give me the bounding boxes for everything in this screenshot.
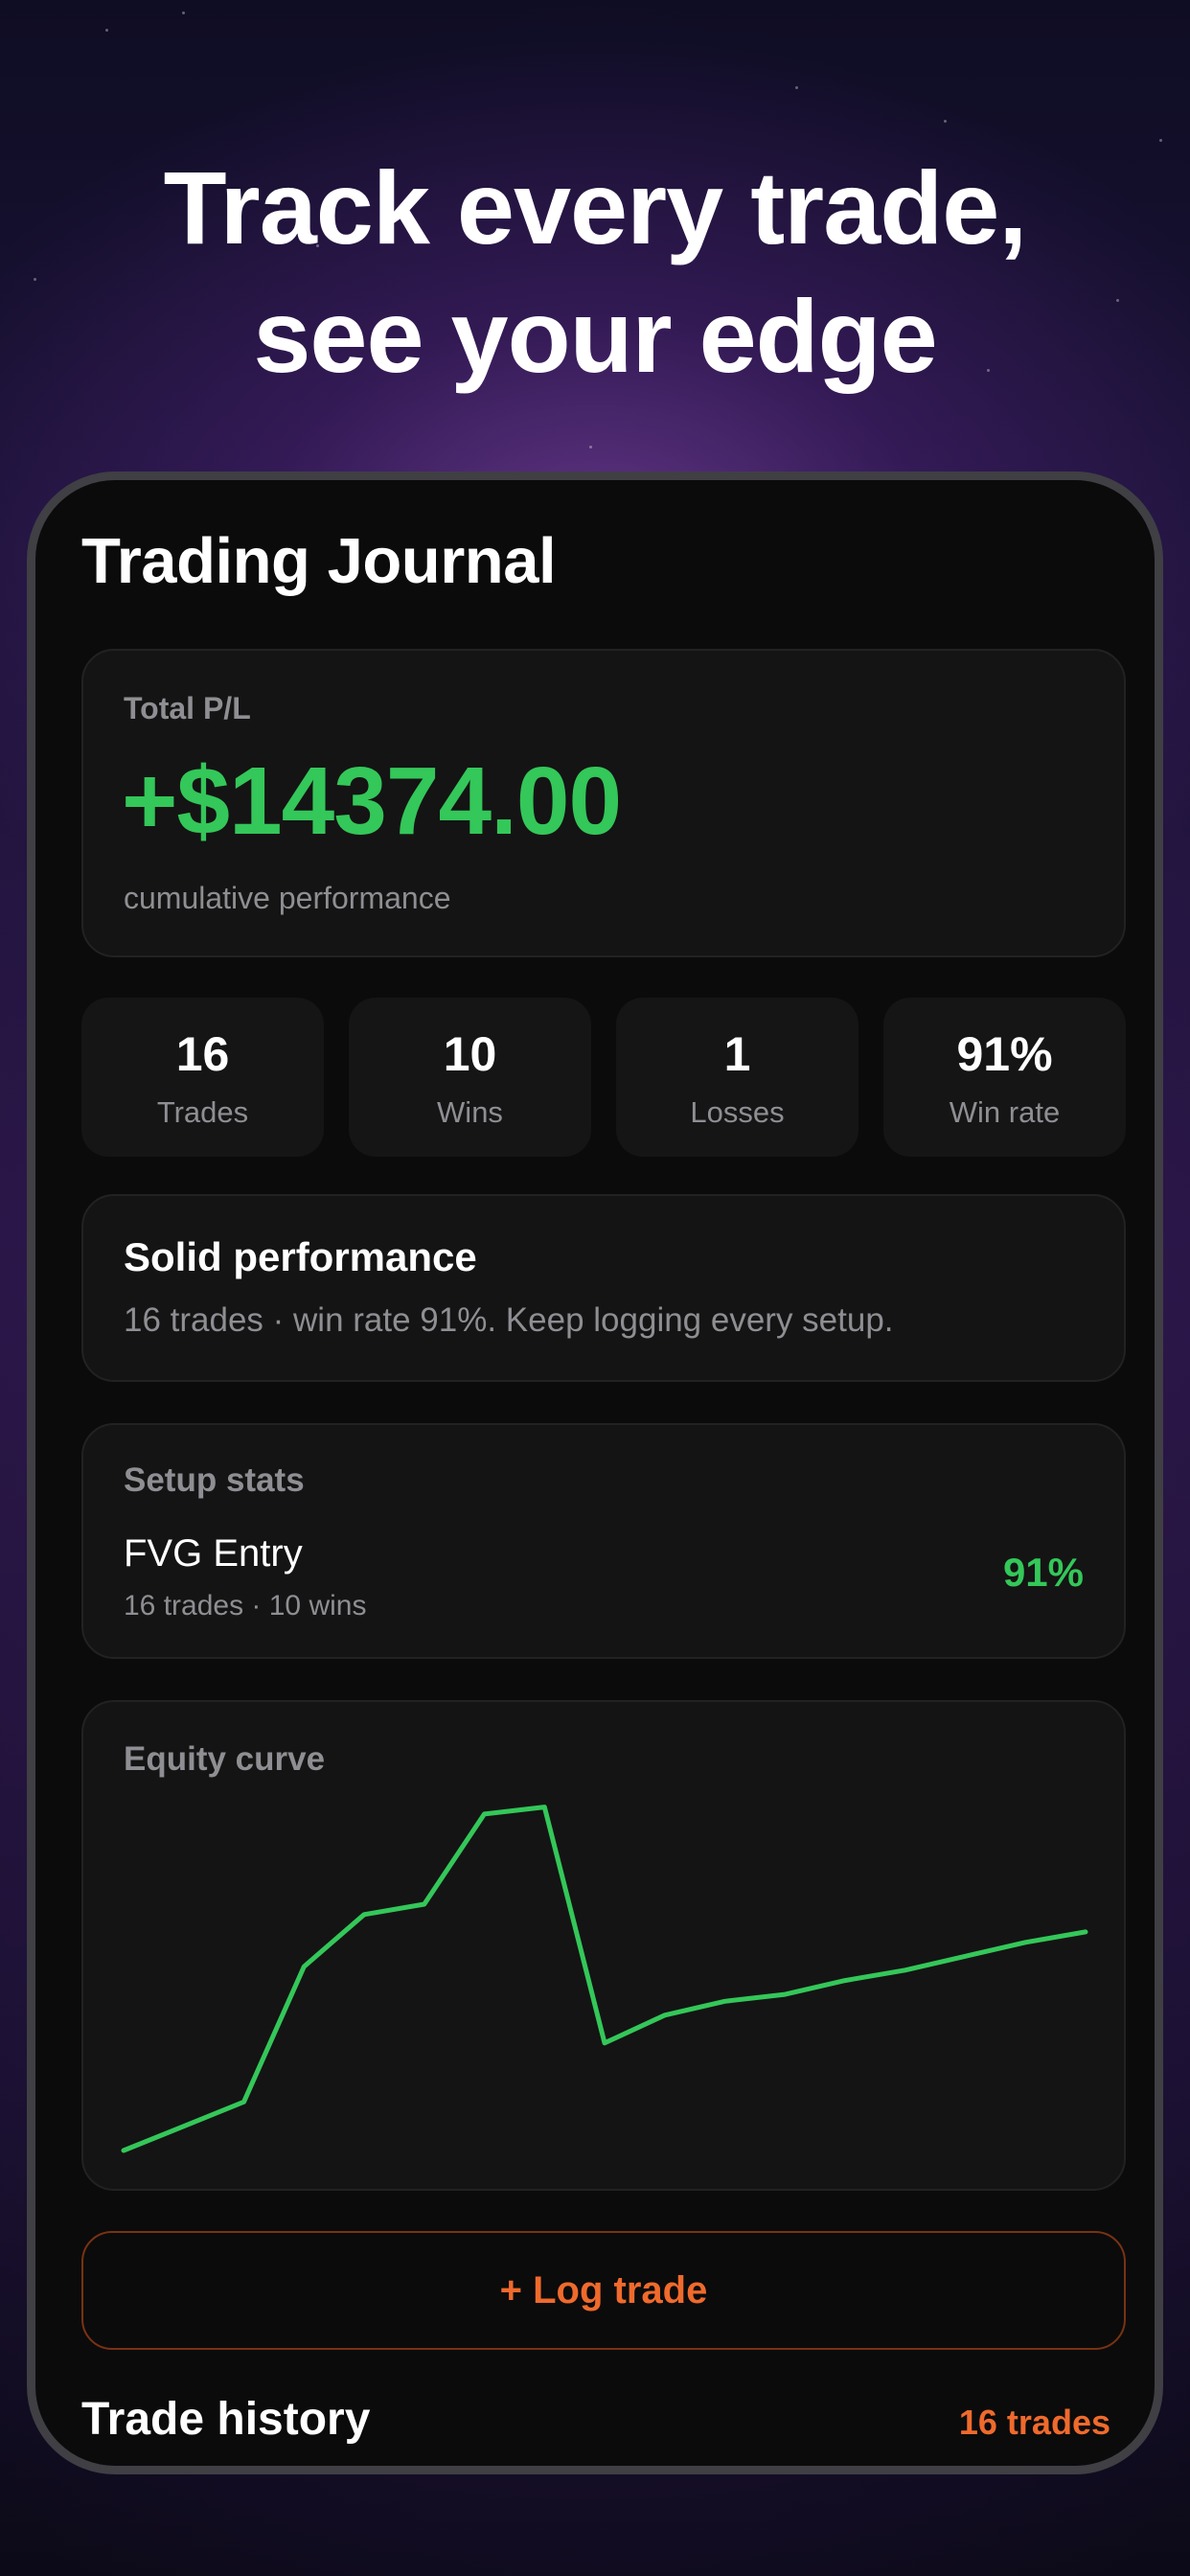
star xyxy=(944,120,947,123)
trade-history-count[interactable]: 16 trades xyxy=(959,2403,1110,2443)
headline-line-1: Track every trade, xyxy=(163,150,1028,265)
equity-line xyxy=(121,1805,1088,2153)
star xyxy=(1159,139,1162,142)
setup-stats-card: Setup stats FVG Entry 16 trades · 10 win… xyxy=(81,1423,1126,1659)
stat-value: 1 xyxy=(723,1027,751,1081)
total-pl-subtitle: cumulative performance xyxy=(124,881,451,915)
star xyxy=(589,446,592,448)
total-pl-card: Total P/L +$14374.00 cumulative performa… xyxy=(81,649,1126,957)
stat-card-win-rate: 91% Win rate xyxy=(883,998,1126,1157)
total-pl-value: +$14374.00 xyxy=(122,748,622,855)
setup-meta: 16 trades · 10 wins xyxy=(124,1590,367,1622)
equity-curve-card: Equity curve xyxy=(81,1700,1126,2191)
total-pl-label: Total P/L xyxy=(124,691,251,725)
equity-chart xyxy=(121,1805,1088,2153)
performance-text: 16 trades · win rate 91%. Keep logging e… xyxy=(124,1301,894,1339)
stat-label: Wins xyxy=(437,1095,503,1129)
setup-name: FVG Entry xyxy=(124,1532,303,1575)
stat-card-trades: 16 Trades xyxy=(81,998,324,1157)
star xyxy=(105,29,108,32)
headline-line-2: see your edge xyxy=(253,278,937,394)
trade-history-title: Trade history xyxy=(81,2394,371,2445)
setup-stats-heading: Setup stats xyxy=(124,1461,305,1499)
star xyxy=(182,12,185,14)
stat-value: 91% xyxy=(956,1027,1053,1081)
phone-frame: Trading Journal Total P/L +$14374.00 cum… xyxy=(27,472,1163,2474)
performance-title: Solid performance xyxy=(124,1234,477,1279)
log-trade-button[interactable]: + Log trade xyxy=(81,2231,1126,2350)
stat-label: Win rate xyxy=(949,1095,1061,1129)
performance-card: Solid performance 16 trades · win rate 9… xyxy=(81,1194,1126,1382)
stat-card-losses: 1 Losses xyxy=(616,998,858,1157)
stat-card-wins: 10 Wins xyxy=(349,998,591,1157)
stat-value: 10 xyxy=(443,1027,497,1081)
star xyxy=(795,86,798,89)
headline: Track every trade, see your edge xyxy=(0,144,1190,401)
stat-label: Trades xyxy=(156,1095,249,1129)
stat-label: Losses xyxy=(690,1095,785,1129)
setup-win-rate: 91% xyxy=(1002,1550,1084,1595)
app-title: Trading Journal xyxy=(81,525,557,597)
stat-value: 16 xyxy=(175,1027,230,1081)
